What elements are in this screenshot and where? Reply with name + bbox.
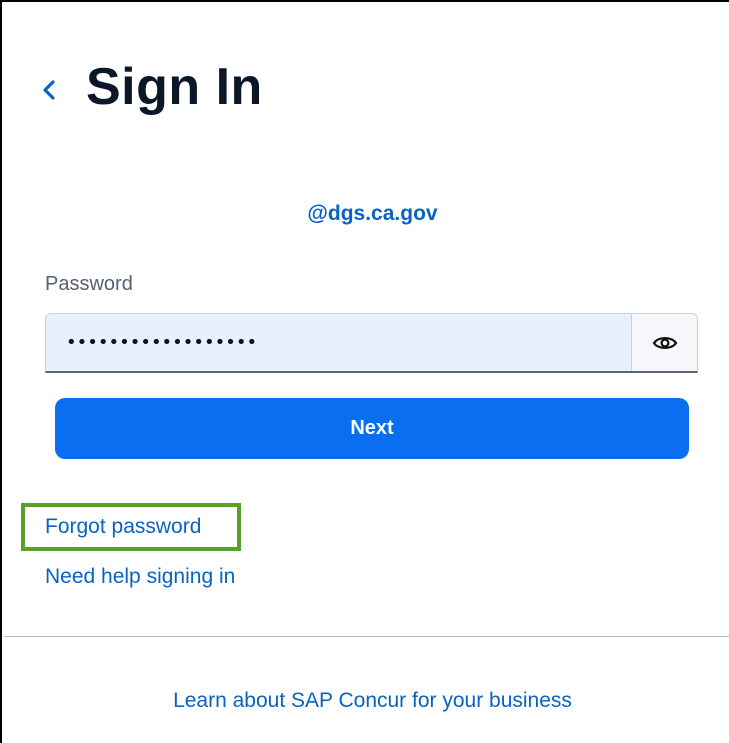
password-input[interactable] xyxy=(46,313,631,372)
page-title: Sign In xyxy=(86,58,263,116)
password-field-wrapper xyxy=(45,313,698,373)
page-header: Sign In xyxy=(38,57,263,117)
sign-in-panel: Sign In @dgs.ca.gov Password Next Forgot… xyxy=(0,0,729,743)
need-help-link[interactable]: Need help signing in xyxy=(45,565,235,589)
forgot-password-link[interactable]: Forgot password xyxy=(45,515,201,539)
learn-more-link[interactable]: Learn about SAP Concur for your business xyxy=(2,689,729,713)
password-label: Password xyxy=(45,273,133,295)
divider xyxy=(4,636,729,637)
chevron-left-icon[interactable] xyxy=(38,75,60,105)
eye-icon[interactable] xyxy=(631,314,697,371)
account-email: @dgs.ca.gov xyxy=(307,202,438,225)
next-button[interactable]: Next xyxy=(55,398,689,459)
